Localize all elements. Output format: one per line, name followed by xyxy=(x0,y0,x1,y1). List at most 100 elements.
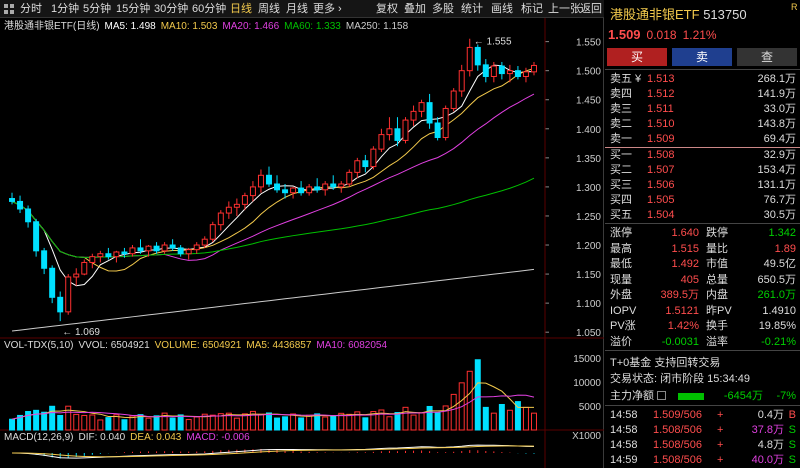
candle[interactable] xyxy=(105,247,112,260)
price-gridlines xyxy=(545,41,549,333)
candle[interactable] xyxy=(57,291,64,322)
candle[interactable] xyxy=(306,184,313,196)
buy-price: 1.506 xyxy=(647,179,675,191)
candle[interactable] xyxy=(402,117,409,144)
candle[interactable] xyxy=(225,201,232,219)
query-button[interactable]: 查 xyxy=(737,48,797,66)
volume-bar xyxy=(9,418,16,431)
trade-sign: + xyxy=(717,424,724,436)
current-quote: 1.509 0.018 1.21% xyxy=(608,27,717,42)
tab-30min[interactable]: 30分钟 xyxy=(154,2,188,16)
grid-menu-icon[interactable] xyxy=(4,4,14,14)
candle[interactable] xyxy=(217,210,224,231)
sell-button[interactable]: 卖 xyxy=(672,48,732,66)
volume-legend-item: VOLUME: 6504921 xyxy=(154,340,242,351)
candle[interactable] xyxy=(370,146,377,170)
candle[interactable] xyxy=(338,181,345,193)
candle[interactable] xyxy=(466,38,473,77)
dea-line xyxy=(12,445,534,458)
candle[interactable] xyxy=(113,250,120,263)
candle[interactable] xyxy=(346,169,353,187)
tab-monthly[interactable]: 月线 xyxy=(286,2,308,16)
candle[interactable] xyxy=(386,117,393,141)
candle[interactable] xyxy=(41,247,48,275)
candle[interactable] xyxy=(274,175,281,193)
candle[interactable] xyxy=(322,181,329,196)
stat-label: IOPV xyxy=(610,304,637,317)
previous-button[interactable]: 上一张 xyxy=(548,2,581,16)
candle[interactable] xyxy=(73,268,80,286)
sell-price: 1.512 xyxy=(647,88,675,100)
candle[interactable] xyxy=(514,66,521,80)
candle[interactable] xyxy=(482,59,489,83)
candle[interactable] xyxy=(354,157,361,179)
candle[interactable] xyxy=(97,250,104,263)
candle[interactable] xyxy=(49,265,56,304)
buy-volume: 32.9万 xyxy=(763,149,796,161)
candle[interactable] xyxy=(17,195,24,214)
candle[interactable] xyxy=(442,105,449,141)
candle[interactable] xyxy=(498,61,505,80)
candle[interactable] xyxy=(450,88,457,112)
candlestick-chart[interactable]: 1.550 1.500 1.450 1.400 1.350 1.300 1.250 1.200… xyxy=(0,18,604,468)
buy-button[interactable]: 买 xyxy=(607,48,667,66)
stat-label: 涨停 xyxy=(610,227,632,239)
adjust-button[interactable]: 复权 xyxy=(376,2,398,16)
candle[interactable] xyxy=(129,245,136,257)
volume-bar xyxy=(33,409,40,431)
tab-intraday[interactable]: 分时 xyxy=(20,2,42,16)
volume-bar xyxy=(209,414,216,431)
candle[interactable] xyxy=(474,44,481,71)
tab-daily[interactable]: 日线 xyxy=(230,2,252,16)
candle[interactable] xyxy=(209,221,216,243)
tab-more[interactable]: 更多 › xyxy=(313,2,342,16)
trade-time: 14:58 xyxy=(610,424,638,436)
candle[interactable] xyxy=(458,64,465,97)
candle[interactable] xyxy=(257,169,264,193)
candle[interactable] xyxy=(298,181,305,196)
candle[interactable] xyxy=(265,166,272,187)
trade-status: 交易状态: 闭市阶段 15:34:49 xyxy=(610,373,750,385)
candle[interactable] xyxy=(378,128,385,153)
tab-5min[interactable]: 5分钟 xyxy=(83,2,111,16)
candle[interactable] xyxy=(153,242,160,254)
chart-area[interactable]: 港股通非银ETF(日线) MA5: 1.498 MA10: 1.503 MA20: 1… xyxy=(0,18,604,468)
main-flow-label: 主力净额 xyxy=(610,389,667,404)
candle[interactable] xyxy=(169,239,176,251)
candle[interactable] xyxy=(426,93,433,129)
volume-bar xyxy=(434,412,441,431)
candle[interactable] xyxy=(89,253,96,269)
orderbook-bottom-divider xyxy=(605,223,800,224)
candle[interactable] xyxy=(193,242,200,254)
stat-value: 19.85% xyxy=(758,320,796,332)
overlay-button[interactable]: 叠加 xyxy=(404,2,426,16)
tab-60min[interactable]: 60分钟 xyxy=(192,2,226,16)
candle[interactable] xyxy=(65,274,72,315)
candle[interactable] xyxy=(33,218,40,257)
tab-1min[interactable]: 1分钟 xyxy=(51,2,79,16)
candle[interactable] xyxy=(233,198,240,216)
candle[interactable] xyxy=(25,205,32,228)
candle[interactable] xyxy=(530,61,537,76)
multi-stock-button[interactable]: 多股 xyxy=(432,2,454,16)
tab-15min[interactable]: 15分钟 xyxy=(116,2,150,16)
candle[interactable] xyxy=(185,247,192,260)
buy-level-label: 买三 xyxy=(610,179,632,191)
candle[interactable] xyxy=(362,154,369,173)
candle[interactable] xyxy=(81,259,88,276)
candle[interactable] xyxy=(418,99,425,118)
candle[interactable] xyxy=(249,181,256,202)
candle[interactable] xyxy=(177,245,184,257)
statistics-button[interactable]: 统计 xyxy=(461,2,483,16)
volume-bar xyxy=(290,413,297,431)
candle[interactable] xyxy=(290,186,297,199)
tab-weekly[interactable]: 周线 xyxy=(258,2,280,16)
buy-price: 1.504 xyxy=(647,209,675,221)
candle[interactable] xyxy=(434,117,441,141)
back-button[interactable]: 返回 xyxy=(580,2,602,16)
draw-line-button[interactable]: 画线 xyxy=(491,2,513,16)
candle[interactable] xyxy=(410,105,417,126)
volume-bar xyxy=(105,417,112,431)
mark-button[interactable]: 标记 xyxy=(521,2,543,16)
sell-row: 卖三 1.511 33.0万 xyxy=(605,102,800,117)
